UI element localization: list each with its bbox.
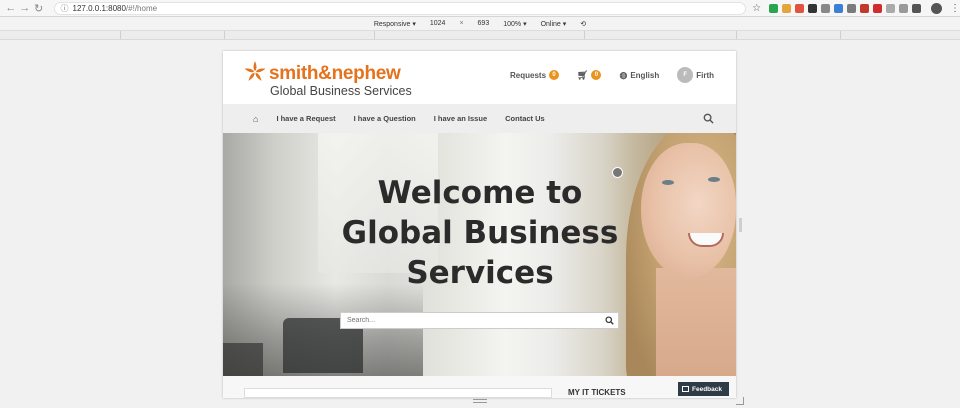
hero-photo-eye xyxy=(662,180,674,185)
resize-handle-vertical[interactable] xyxy=(739,218,742,232)
cart-count-badge: 0 xyxy=(591,70,602,80)
hero-title: Welcome to Global Business Services xyxy=(341,173,619,293)
language-label: English xyxy=(630,70,660,80)
media-query-ruler xyxy=(0,31,960,40)
address-bar[interactable]: ⓘ 127.0.0.1:8080 /#!/home xyxy=(53,1,747,15)
bookmark-star-icon[interactable]: ☆ xyxy=(752,3,761,14)
user-name: Firth xyxy=(696,70,714,80)
content-panel xyxy=(244,388,552,398)
extension-icon[interactable] xyxy=(847,3,857,13)
menu-kebab-icon[interactable]: ⋮ xyxy=(950,3,960,14)
site-frame: smith&nephew Global Business Services Re… xyxy=(223,51,736,398)
globe-icon: ◍ xyxy=(619,69,628,80)
lower-section: MY IT TICKETS Feedback xyxy=(223,376,736,398)
site-header: smith&nephew Global Business Services Re… xyxy=(223,51,736,104)
hero-title-line: Global Business xyxy=(341,215,619,251)
resize-handle-horizontal[interactable] xyxy=(473,399,487,403)
avatar: F xyxy=(677,67,694,83)
nav-item-request[interactable]: I have a Request xyxy=(276,114,335,123)
viewport-height[interactable]: 693 xyxy=(478,20,490,27)
extension-icon[interactable] xyxy=(782,3,792,13)
language-select[interactable]: ◍ English xyxy=(619,70,659,81)
main-nav: ⌂ I have a Request I have a Question I h… xyxy=(223,104,736,133)
logo-star-icon xyxy=(244,61,266,81)
requests-link[interactable]: Requests 0 xyxy=(510,70,560,80)
extension-icons xyxy=(769,3,922,13)
extension-icon[interactable] xyxy=(769,3,779,13)
hero-title-line: Welcome to xyxy=(377,175,583,211)
feedback-icon xyxy=(682,386,689,392)
search-submit-icon[interactable] xyxy=(600,316,618,325)
user-menu[interactable]: F Firth xyxy=(677,67,714,83)
hero-search-box xyxy=(340,312,619,329)
extension-icon[interactable] xyxy=(912,3,922,13)
nav-item-issue[interactable]: I have an Issue xyxy=(434,114,487,123)
resize-handle-corner[interactable] xyxy=(736,397,744,405)
hero-photo-face xyxy=(641,143,736,278)
extension-icon[interactable] xyxy=(808,3,818,13)
viewport-width[interactable]: 1024 xyxy=(430,20,446,27)
feedback-label: Feedback xyxy=(692,385,722,393)
requests-count-badge: 0 xyxy=(549,70,560,80)
profile-avatar[interactable] xyxy=(931,2,942,14)
extension-icon[interactable] xyxy=(899,3,909,13)
forward-icon[interactable]: → xyxy=(18,1,32,15)
device-mode-select[interactable]: Responsive ▾ xyxy=(374,20,416,28)
logo-brand[interactable]: smith&nephew xyxy=(269,63,401,85)
feedback-button[interactable]: Feedback xyxy=(678,382,729,396)
cart-icon: 🛒︎ xyxy=(577,69,589,80)
hero-banner: Welcome to Global Business Services xyxy=(223,133,736,376)
extension-icon[interactable] xyxy=(860,3,870,13)
extension-icon[interactable] xyxy=(873,3,883,13)
reload-icon[interactable]: ↻ xyxy=(32,1,46,15)
browser-toolbar: ← → ↻ ⓘ 127.0.0.1:8080 /#!/home ☆ ⋮ xyxy=(0,0,960,17)
home-icon[interactable]: ⌂ xyxy=(253,114,258,124)
extension-icon[interactable] xyxy=(795,3,805,13)
extension-icon[interactable] xyxy=(834,3,844,13)
device-toolbar: Responsive ▾ 1024 × 693 100% ▾ Online ▾ … xyxy=(0,17,960,31)
extension-icon[interactable] xyxy=(886,3,896,13)
search-icon[interactable] xyxy=(703,113,714,124)
info-icon[interactable]: ⓘ xyxy=(61,3,69,14)
url-host: 127.0.0.1:8080 xyxy=(72,3,126,13)
header-links: Requests 0 🛒︎ 0 ◍ English F Firth xyxy=(510,67,714,83)
zoom-select[interactable]: 100% ▾ xyxy=(503,20,526,28)
hero-title-line: Services xyxy=(406,255,554,291)
url-path: /#!/home xyxy=(125,3,158,13)
cart-link[interactable]: 🛒︎ 0 xyxy=(577,69,602,81)
nav-item-question[interactable]: I have a Question xyxy=(354,114,416,123)
requests-label: Requests xyxy=(510,70,547,80)
hero-photo-neck xyxy=(656,268,736,376)
search-input[interactable] xyxy=(341,317,600,324)
extension-icon[interactable] xyxy=(821,3,831,13)
my-it-tickets-heading: MY IT TICKETS xyxy=(568,388,626,397)
logo-subtitle: Global Business Services xyxy=(270,84,412,98)
back-icon[interactable]: ← xyxy=(4,1,18,15)
dimension-separator: × xyxy=(459,20,464,27)
hero-photo-eye xyxy=(708,177,720,182)
hero-background-chair xyxy=(223,343,263,376)
nav-item-contact[interactable]: Contact Us xyxy=(505,114,545,123)
network-select[interactable]: Online ▾ xyxy=(541,20,567,28)
rotate-icon[interactable]: ⟲ xyxy=(580,20,586,28)
